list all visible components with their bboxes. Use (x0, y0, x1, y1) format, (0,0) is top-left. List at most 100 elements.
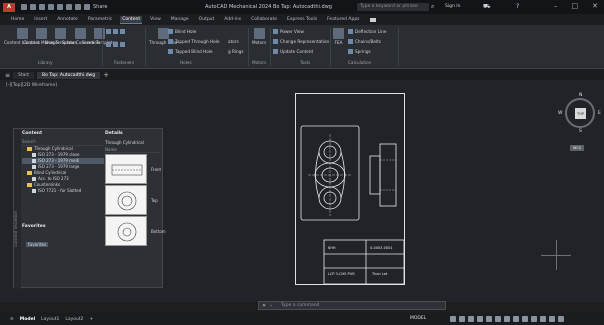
tapped-blind-hole-button[interactable]: Tapped Blind Hole (168, 49, 213, 54)
fea-button[interactable]: FEA (333, 28, 344, 45)
deflection-line-button[interactable]: Deflection Line (348, 29, 386, 34)
undo-icon[interactable] (66, 4, 72, 10)
close-icon[interactable]: ✕ (592, 2, 598, 10)
help-icon[interactable]: ? (516, 3, 519, 10)
ortho-icon[interactable] (468, 316, 474, 322)
maximize-icon[interactable]: □ (572, 2, 579, 10)
content-tree-pane: Content Search Through Cylindrical ISO 27… (22, 131, 104, 221)
save-as-icon[interactable] (48, 4, 54, 10)
content-search-input[interactable]: Search (22, 139, 104, 146)
ribbon: Content Libraries Content Manager New Te… (0, 25, 604, 69)
layout-tab-model[interactable]: Model (20, 317, 35, 322)
minimize-icon[interactable]: – (554, 2, 558, 10)
search-icon[interactable]: ⌕ (431, 3, 434, 11)
ribbon-toggle-icon[interactable] (369, 17, 376, 22)
otrack-icon[interactable] (495, 316, 501, 322)
ribbon-tab-express-tools[interactable]: Express Tools (285, 16, 319, 23)
ribbon-tab-add-ins[interactable]: Add-ins (222, 16, 243, 23)
document-icon (32, 159, 36, 163)
app-logo[interactable]: A (3, 2, 15, 12)
menu-icon[interactable]: ≡ (5, 72, 10, 79)
motors-button[interactable]: Motors (252, 28, 266, 45)
ribbon-tab-home[interactable]: Home (9, 16, 26, 23)
ribbon-label: Deflection Line (355, 29, 387, 34)
osnap-icon[interactable] (486, 316, 492, 322)
workspace-switch-icon[interactable] (522, 316, 528, 322)
viewport-controls[interactable]: [-][Top][2D Wireframe] (6, 83, 57, 88)
favorites-item[interactable]: Favorites (26, 242, 49, 247)
model-space-toggle[interactable]: MODEL (410, 316, 426, 321)
ribbon-tab-manage[interactable]: Manage (169, 16, 191, 23)
new-icon[interactable] (21, 4, 27, 10)
compass-south[interactable]: S (579, 129, 582, 134)
palette-side-bar[interactable] (14, 129, 21, 289)
compass-east[interactable]: E (598, 111, 601, 116)
tapped-through-hole-button[interactable]: Tapped Through Hole (168, 39, 219, 44)
viewcube[interactable]: N S W E TOP (558, 93, 601, 134)
ribbon-tab-parametric[interactable]: Parametric (86, 16, 114, 23)
washers-button[interactable]: ators (228, 39, 239, 44)
panel-title-tools: Tools (300, 60, 311, 65)
print-icon[interactable] (57, 4, 63, 10)
blind-hole-button[interactable]: Blind Hole (168, 29, 196, 34)
panel-title-library: Library (38, 60, 53, 65)
ribbon-tab-collaborate[interactable]: Collaborate (249, 16, 279, 23)
tree-item-label: ISO 7721 - for Slotted (38, 188, 82, 193)
ribbon-tab-insert[interactable]: Insert (32, 16, 49, 23)
power-view-button[interactable]: Power View (273, 29, 304, 34)
lineweight-icon[interactable] (504, 316, 510, 322)
ribbon-tab-annotate[interactable]: Annotate (55, 16, 80, 23)
document-icon (32, 165, 36, 169)
fullscreen-icon[interactable] (549, 316, 555, 322)
sign-in-button[interactable]: Sign In (445, 4, 460, 9)
cart-icon[interactable]: ⛟ (483, 3, 491, 11)
add-layout-icon[interactable]: + (90, 317, 94, 322)
doc-tab-start[interactable]: Start (13, 71, 35, 79)
new-tab-icon[interactable]: + (103, 71, 109, 79)
tree-item[interactable]: ISO 7721 - for Slotted (22, 188, 104, 194)
rings-button[interactable]: g Rings (228, 49, 244, 54)
units-icon[interactable] (531, 316, 537, 322)
grid-icon[interactable] (450, 316, 456, 322)
viewcube-top-face[interactable]: TOP (575, 108, 586, 119)
open-icon[interactable] (30, 4, 36, 10)
search-input[interactable]: Type a keyword or phrase (357, 3, 429, 11)
change-representation-button[interactable]: Change Representation (273, 39, 329, 44)
ribbon-tab-output[interactable]: Output (197, 16, 217, 23)
springs-button[interactable]: Springs (348, 49, 371, 54)
workspace-icon[interactable] (84, 4, 90, 10)
isolate-icon[interactable] (540, 316, 546, 322)
share-button[interactable]: Share (93, 4, 107, 10)
layout-menu-icon[interactable]: ≡ (10, 317, 14, 322)
panel-title-calculation: Calculation (348, 60, 372, 65)
thumbnail-front[interactable]: Front (105, 154, 161, 184)
fasteners-tools-2[interactable] (106, 42, 125, 47)
save-icon[interactable] (39, 4, 45, 10)
ribbon-tab-content[interactable]: Content (120, 15, 143, 24)
ribbon-label: Power View (280, 29, 304, 34)
wcs-menu[interactable]: WCS (570, 145, 584, 151)
details-name-column[interactable]: Name (105, 147, 161, 153)
layout-tab-layout2[interactable]: Layout2 (65, 317, 83, 322)
ribbon-tab-view[interactable]: View (148, 16, 163, 23)
ribbon-label: Chains/Belts (355, 39, 381, 44)
thumbnail-bottom[interactable]: Bottom (105, 216, 166, 246)
close-command-line-icon[interactable]: ✕ (262, 302, 266, 310)
redo-icon[interactable] (75, 4, 81, 10)
layout-tab-layout1[interactable]: Layout1 (41, 317, 59, 322)
customize-icon[interactable] (558, 316, 564, 322)
compass-west[interactable]: W (558, 111, 562, 116)
snap-icon[interactable] (459, 316, 465, 322)
fasteners-tools[interactable] (106, 29, 125, 34)
compass-north[interactable]: N (579, 93, 582, 98)
thumbnail-top[interactable]: Top (105, 185, 158, 215)
polar-icon[interactable] (477, 316, 483, 322)
thumbnail-label: Bottom (151, 229, 166, 234)
annotation-scale-icon[interactable] (513, 316, 519, 322)
command-line-input[interactable]: ✕ › Type a command (258, 301, 446, 310)
title-block-material: Than Lat (372, 272, 388, 276)
doc-tab-active[interactable]: Bo Tap: Autocadthi.dwg (37, 71, 101, 79)
update-content-button[interactable]: Update Content (273, 49, 313, 54)
chains-belts-button[interactable]: Chains/Belts (348, 39, 381, 44)
ribbon-tab-featured-apps[interactable]: Featured Apps (325, 16, 361, 23)
